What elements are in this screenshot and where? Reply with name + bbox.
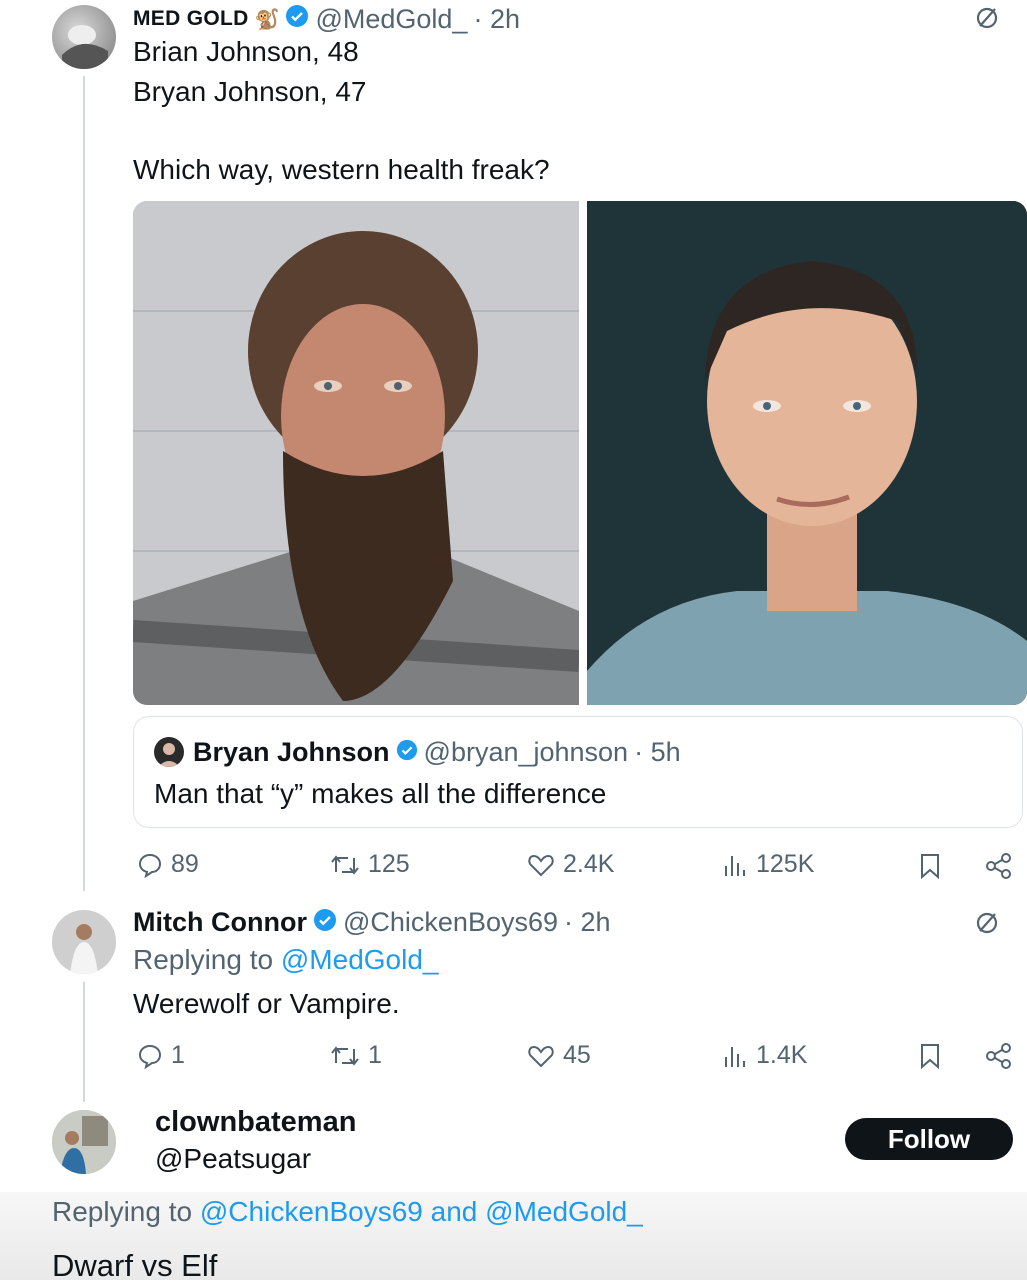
repost-count: 125 [368, 850, 410, 878]
repost-button[interactable]: 125 [330, 850, 410, 879]
quote-text: Man that “y” makes all the difference [154, 778, 607, 809]
author-handle[interactable]: @MedGold_ [315, 4, 467, 35]
avatar[interactable] [52, 1110, 116, 1174]
reply-text: Dwarf vs Elf [52, 1248, 218, 1283]
photo-left[interactable] [133, 201, 579, 705]
author-name[interactable]: clownbateman [155, 1106, 356, 1139]
author-name[interactable]: Mitch Connor [133, 907, 307, 938]
reply-text: Werewolf or Vampire. [133, 988, 400, 1019]
monkey-emoji-icon: 🐒 [254, 8, 280, 31]
share-icon[interactable] [985, 852, 1013, 885]
mention-link[interactable]: @MedGold_ [281, 944, 439, 975]
like-icon [528, 854, 554, 876]
reply-button[interactable]: 1 [137, 1041, 185, 1070]
grok-icon[interactable] [973, 909, 1001, 942]
quote-time[interactable]: · 5h [634, 737, 681, 768]
photo-right[interactable] [587, 201, 1027, 705]
post-line-3: Which way, western health freak? [133, 154, 550, 185]
views-icon [725, 855, 745, 876]
bookmark-icon[interactable] [919, 1043, 941, 1074]
repost-icon [331, 1045, 359, 1066]
quote-author-handle[interactable]: @bryan_johnson [424, 737, 629, 768]
post-time[interactable]: · 2h [473, 4, 520, 35]
repost-button[interactable]: 1 [330, 1041, 382, 1070]
quote-avatar[interactable] [154, 737, 184, 767]
reply-icon [138, 853, 162, 878]
views-button[interactable]: 125K [722, 850, 814, 879]
like-button[interactable]: 2.4K [527, 850, 614, 879]
replying-to: Replying to @MedGold_ [133, 944, 439, 975]
replying-to: Replying to @ChickenBoys69 and @MedGold_ [52, 1196, 643, 1227]
post-time[interactable]: · 2h [564, 907, 611, 938]
follow-button[interactable]: Follow [845, 1118, 1013, 1160]
repost-count: 1 [368, 1041, 382, 1069]
repost-icon [331, 854, 359, 875]
verified-icon [396, 739, 418, 766]
avatar[interactable] [52, 5, 116, 69]
share-icon[interactable] [985, 1042, 1013, 1075]
verified-icon [285, 4, 309, 35]
thread-line [83, 76, 85, 891]
quote-author-name[interactable]: Bryan Johnson [193, 737, 390, 768]
mention-link[interactable]: @MedGold_ [485, 1196, 643, 1227]
views-button[interactable]: 1.4K [722, 1041, 807, 1070]
author-name[interactable]: MED GOLD [133, 7, 249, 31]
reply-icon [138, 1044, 162, 1069]
quote-tweet[interactable] [133, 716, 1023, 828]
author-handle[interactable]: @ChickenBoys69 [343, 907, 558, 938]
like-button[interactable]: 45 [527, 1041, 591, 1070]
bookmark-icon[interactable] [919, 853, 941, 884]
grok-icon[interactable] [973, 4, 1001, 37]
reply-count: 89 [171, 850, 199, 878]
like-count: 2.4K [563, 850, 615, 878]
author-handle[interactable]: @Peatsugar [155, 1143, 311, 1175]
views-icon [725, 1046, 745, 1067]
post-line-2: Bryan Johnson, 47 [133, 76, 367, 107]
like-icon [528, 1045, 554, 1067]
mention-link[interactable]: @ChickenBoys69 [200, 1196, 423, 1227]
reply-button[interactable]: 89 [137, 850, 199, 879]
views-count: 1.4K [756, 1041, 808, 1069]
reply-count: 1 [171, 1041, 185, 1069]
thread-line [83, 982, 85, 1102]
post-line-1: Brian Johnson, 48 [133, 36, 359, 67]
like-count: 45 [563, 1041, 591, 1069]
views-count: 125K [756, 850, 815, 878]
verified-icon [313, 908, 337, 937]
avatar[interactable] [52, 910, 116, 974]
